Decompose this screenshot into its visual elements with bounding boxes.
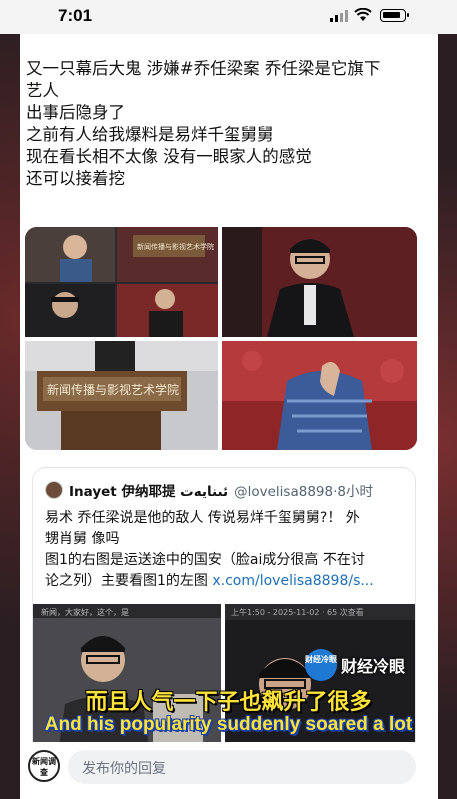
quote-line-with-link: 论之列）主要看图1的左图 x.com/lovelisa8898/s... (45, 571, 405, 592)
reply-bar: 新闻调查 发布你的回复 (20, 742, 438, 799)
status-time: 7:01 (58, 6, 93, 25)
watermark-badge: 财经冷眼 (305, 649, 337, 681)
post-media-grid[interactable]: 新闻传播与影视艺术学院 新闻传播与影视艺术学院 (25, 227, 417, 450)
collage-image: 新闻传播与影视艺术学院 (25, 227, 218, 337)
media-photo-collage[interactable]: 新闻传播与影视艺术学院 (25, 227, 218, 337)
quote-line: 甥肖舅 像吗 (45, 531, 120, 547)
seated-image (222, 341, 417, 450)
post-line: 又一只幕后大鬼 涉嫌#乔任梁案 乔任梁是它旗下 (26, 59, 381, 78)
quote-line: 图1的右图是运送途中的国安（脸ai成分很高 不在讨 (45, 552, 365, 568)
quoted-post-header: Inayet 伊纳耶提 ئىنايەت @lovelisa8898·8小时 (45, 480, 373, 500)
sign-text: 新闻传播与影视艺术学院 (47, 382, 179, 397)
quoted-author-handle: @lovelisa8898·8小时 (234, 484, 373, 500)
quoted-media-caption: 新闻，大家好，这个，是 (41, 607, 129, 617)
post-line: 还可以接着挖 (26, 169, 125, 188)
post-line: 艺人 (26, 81, 59, 100)
subtitle-english: And his popularity suddenly soared a lot (44, 714, 413, 735)
portrait-image (222, 227, 417, 337)
post-line: 之前有人给我爆料是易烊千玺舅舅 (26, 125, 274, 144)
quoted-author-name[interactable]: Inayet 伊纳耶提 ئىنايەت (69, 480, 228, 500)
status-bar: 7:01 (0, 0, 457, 34)
wifi-icon (354, 8, 372, 21)
battery-icon (380, 9, 409, 22)
watermark-text: 财经冷眼 (341, 657, 406, 676)
subtitle-chinese: 而且人气一下子也飙升了很多 (85, 690, 372, 715)
channel-logo[interactable]: 新闻调查 (28, 750, 60, 782)
cellular-signal-icon (330, 10, 348, 22)
sign-text: 新闻传播与影视艺术学院 (137, 242, 214, 251)
post-line: 现在看长相不太像 没有一眼家人的感觉 (26, 147, 312, 166)
post-text: 又一只幕后大鬼 涉嫌#乔任梁案 乔任梁是它旗下 艺人 出事后隐身了 之前有人给我… (26, 58, 426, 190)
quoted-link[interactable]: x.com/lovelisa8898/s... (212, 573, 373, 589)
lectern-image: 新闻传播与影视艺术学院 (25, 341, 218, 450)
post-line: 出事后隐身了 (26, 103, 125, 122)
quote-line: 易术 乔任梁说是他的敌人 传说易烊千玺舅舅?！ 外 (45, 510, 360, 526)
media-photo-seated[interactable] (222, 341, 417, 450)
quoted-post[interactable]: Inayet 伊纳耶提 ئىنايەت @lovelisa8898·8小时 易术… (32, 467, 416, 787)
quote-line: 论之列）主要看图1的左图 (45, 573, 213, 589)
reply-input[interactable]: 发布你的回复 (68, 750, 416, 784)
media-photo-portrait[interactable] (222, 227, 417, 337)
quoted-post-body: 易术 乔任梁说是他的敌人 传说易烊千玺舅舅?！ 外 甥肖舅 像吗 图1的右图是运… (45, 508, 405, 592)
channel-watermark: 财经冷眼 财经冷眼 (305, 649, 406, 681)
avatar[interactable] (45, 481, 63, 499)
media-photo-lectern[interactable]: 新闻传播与影视艺术学院 (25, 341, 218, 450)
